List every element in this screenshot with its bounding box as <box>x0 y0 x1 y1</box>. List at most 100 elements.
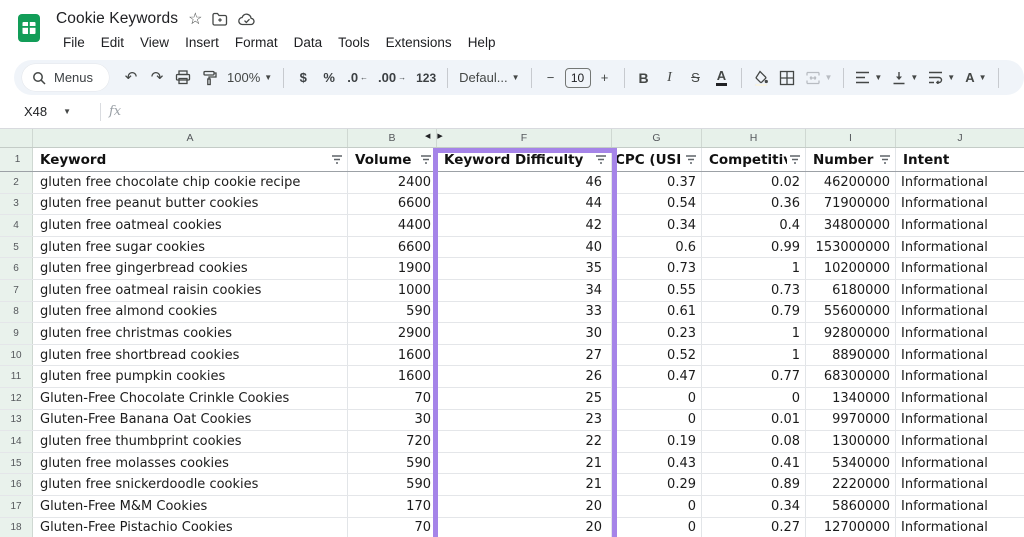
cell-difficulty[interactable]: 46 <box>437 172 612 193</box>
decrease-font-size-button[interactable]: − <box>539 65 563 91</box>
filter-icon[interactable] <box>685 154 697 165</box>
strikethrough-button[interactable]: S <box>684 65 708 91</box>
cell-keyword[interactable]: Gluten-Free Banana Oat Cookies <box>33 410 348 431</box>
cell-number[interactable]: 6180000 <box>806 280 896 301</box>
menu-tools[interactable]: Tools <box>331 33 377 52</box>
row-number[interactable]: 1 <box>0 148 33 171</box>
cell-number[interactable]: 46200000 <box>806 172 896 193</box>
cell-competition[interactable]: 0.4 <box>702 215 806 236</box>
cell-cpc[interactable]: 0.52 <box>612 345 702 366</box>
cell-intent[interactable]: Informational <box>896 215 1024 236</box>
cell-keyword[interactable]: gluten free oatmeal raisin cookies <box>33 280 348 301</box>
cell-keyword[interactable]: gluten free snickerdoodle cookies <box>33 474 348 495</box>
redo-button[interactable]: ↷ <box>145 65 169 91</box>
cell-volume[interactable]: 590 <box>348 453 437 474</box>
cell-volume[interactable]: 1000 <box>348 280 437 301</box>
vertical-align-button[interactable]: ▼ <box>888 65 922 91</box>
cell-number[interactable]: 9970000 <box>806 410 896 431</box>
cell-keyword[interactable]: gluten free almond cookies <box>33 302 348 323</box>
cell-difficulty[interactable]: 20 <box>437 518 612 537</box>
cell-intent[interactable]: Informational <box>896 172 1024 193</box>
cell-volume[interactable]: 4400 <box>348 215 437 236</box>
header-competition[interactable]: Competitiv <box>702 148 806 171</box>
cell-volume[interactable]: 590 <box>348 302 437 323</box>
row-number[interactable]: 14 <box>0 431 33 452</box>
cell-number[interactable]: 92800000 <box>806 323 896 344</box>
cell-competition[interactable]: 0 <box>702 388 806 409</box>
cell-volume[interactable]: 1600 <box>348 366 437 387</box>
cell-number[interactable]: 68300000 <box>806 366 896 387</box>
cell-cpc[interactable]: 0 <box>612 496 702 517</box>
cell-competition[interactable]: 0.01 <box>702 410 806 431</box>
cell-number[interactable]: 1300000 <box>806 431 896 452</box>
filter-icon[interactable] <box>879 154 891 165</box>
column-header-I[interactable]: I <box>806 129 896 147</box>
cell-competition[interactable]: 1 <box>702 258 806 279</box>
cell-volume[interactable]: 1600 <box>348 345 437 366</box>
cell-competition[interactable]: 0.99 <box>702 237 806 258</box>
paint-format-button[interactable] <box>197 65 221 91</box>
filter-icon[interactable] <box>595 154 607 165</box>
cell-competition[interactable]: 0.89 <box>702 474 806 495</box>
cell-keyword[interactable]: gluten free christmas cookies <box>33 323 348 344</box>
cloud-status-icon[interactable] <box>238 13 256 26</box>
cell-difficulty[interactable]: 42 <box>437 215 612 236</box>
cell-number[interactable]: 10200000 <box>806 258 896 279</box>
increase-font-size-button[interactable]: + <box>593 65 617 91</box>
cell-volume[interactable]: 70 <box>348 388 437 409</box>
cell-cpc[interactable]: 0 <box>612 410 702 431</box>
column-header-J[interactable]: J <box>896 129 1024 147</box>
name-box[interactable]: X48 ▼ <box>0 104 92 119</box>
row-number[interactable]: 9 <box>0 323 33 344</box>
menu-insert[interactable]: Insert <box>178 33 226 52</box>
format-percent-button[interactable]: % <box>317 65 341 91</box>
cell-competition[interactable]: 0.02 <box>702 172 806 193</box>
cell-cpc[interactable]: 0 <box>612 388 702 409</box>
cell-number[interactable]: 5860000 <box>806 496 896 517</box>
cell-difficulty[interactable]: 23 <box>437 410 612 431</box>
cell-number[interactable]: 5340000 <box>806 453 896 474</box>
cell-cpc[interactable]: 0.19 <box>612 431 702 452</box>
more-formats-button[interactable]: 123 <box>412 65 440 91</box>
menu-view[interactable]: View <box>133 33 176 52</box>
row-number[interactable]: 2 <box>0 172 33 193</box>
cell-volume[interactable]: 30 <box>348 410 437 431</box>
cell-cpc[interactable]: 0.6 <box>612 237 702 258</box>
row-number[interactable]: 12 <box>0 388 33 409</box>
text-wrap-button[interactable]: ▼ <box>924 65 959 91</box>
cell-intent[interactable]: Informational <box>896 388 1024 409</box>
cell-difficulty[interactable]: 26 <box>437 366 612 387</box>
cell-competition[interactable]: 0.08 <box>702 431 806 452</box>
cell-cpc[interactable]: 0.73 <box>612 258 702 279</box>
format-currency-button[interactable]: $ <box>291 65 315 91</box>
row-number[interactable]: 18 <box>0 518 33 537</box>
cell-keyword[interactable]: gluten free peanut butter cookies <box>33 194 348 215</box>
row-number[interactable]: 11 <box>0 366 33 387</box>
cell-difficulty[interactable]: 27 <box>437 345 612 366</box>
cell-cpc[interactable]: 0.47 <box>612 366 702 387</box>
cell-volume[interactable]: 720 <box>348 431 437 452</box>
undo-button[interactable]: ↶ <box>119 65 143 91</box>
text-rotation-button[interactable]: A ▼ <box>961 65 990 91</box>
horizontal-align-button[interactable]: ▼ <box>851 65 886 91</box>
star-icon[interactable]: ☆ <box>188 9 202 29</box>
cell-intent[interactable]: Informational <box>896 474 1024 495</box>
header-cpc[interactable]: CPC (USI <box>612 148 702 171</box>
cell-number[interactable]: 153000000 <box>806 237 896 258</box>
cell-difficulty[interactable]: 30 <box>437 323 612 344</box>
cell-intent[interactable]: Informational <box>896 302 1024 323</box>
zoom-select[interactable]: 100% ▼ <box>223 65 276 91</box>
menu-file[interactable]: File <box>56 33 92 52</box>
column-header-F[interactable]: F <box>437 129 612 147</box>
cell-keyword[interactable]: gluten free chocolate chip cookie recipe <box>33 172 348 193</box>
header-intent[interactable]: Intent <box>896 148 1024 171</box>
cell-cpc[interactable]: 0.34 <box>612 215 702 236</box>
header-keyword[interactable]: Keyword <box>33 148 348 171</box>
header-volume[interactable]: Volume <box>348 148 437 171</box>
font-size-input[interactable]: 10 <box>565 68 591 88</box>
row-number[interactable]: 16 <box>0 474 33 495</box>
row-number[interactable]: 17 <box>0 496 33 517</box>
row-number[interactable]: 7 <box>0 280 33 301</box>
cell-volume[interactable]: 6600 <box>348 237 437 258</box>
row-number[interactable]: 10 <box>0 345 33 366</box>
